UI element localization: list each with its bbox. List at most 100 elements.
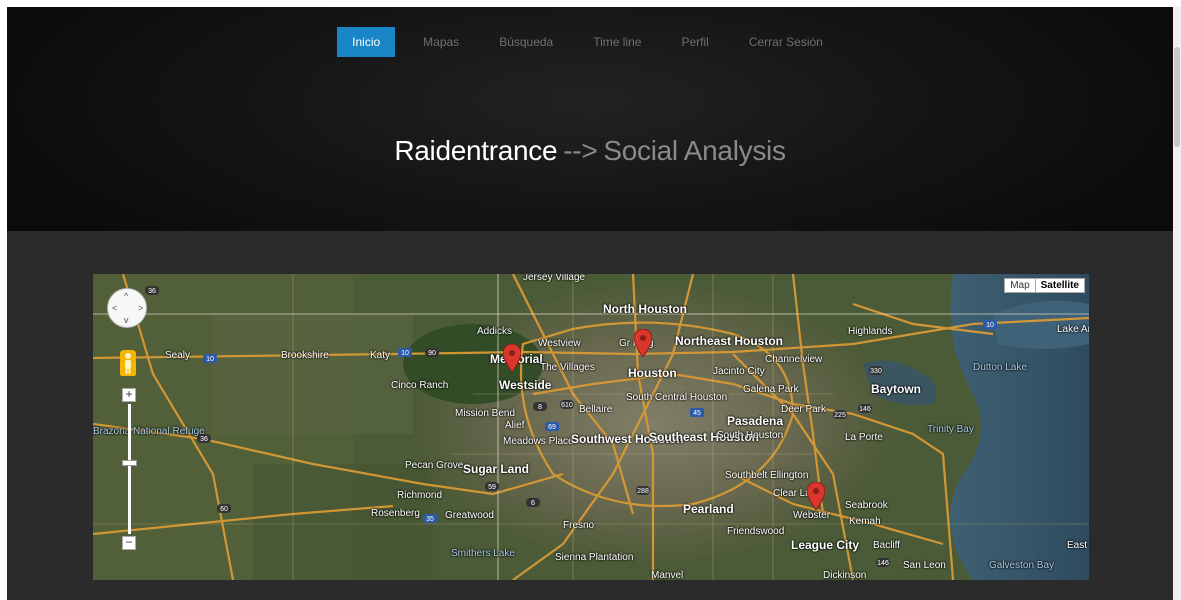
- map-label: East: [1067, 540, 1088, 551]
- map-label: Richmond: [397, 490, 443, 501]
- site-header: Inicio Mapas Búsqueda Time line Perfil C…: [7, 7, 1173, 231]
- map-label: Houston: [628, 366, 677, 380]
- highway-number: 10: [206, 356, 214, 363]
- map-label: Seabrook: [845, 500, 888, 511]
- nav-item-perfil[interactable]: Perfil: [661, 27, 728, 57]
- map-label: Southbelt Ellington: [725, 470, 809, 481]
- page-frame: Inicio Mapas Búsqueda Time line Perfil C…: [7, 7, 1173, 600]
- map-label: Dickinson: [823, 570, 867, 580]
- map-label: Bacliff: [873, 540, 901, 551]
- highway-number: 288: [637, 488, 649, 495]
- map-label: Brookshire: [281, 350, 329, 361]
- map-label: Mission Bend: [455, 408, 516, 419]
- nav-item-timeline[interactable]: Time line: [573, 27, 661, 57]
- map-type-satellite-button[interactable]: Satellite: [1034, 279, 1084, 292]
- satellite-map[interactable]: 36 10 10 90 69 8 610 45 225 146 330 59 6…: [93, 274, 1089, 580]
- map-label: Sienna Plantation: [555, 552, 634, 563]
- highway-shield: 10: [398, 348, 412, 357]
- map-label: Pasadena: [727, 414, 784, 428]
- map-label: Highlands: [848, 326, 893, 337]
- nav-item-cerrar-sesion[interactable]: Cerrar Sesión: [729, 27, 843, 57]
- map-label: The Villages: [540, 362, 595, 373]
- map-label: Lake Anahuac: [1057, 324, 1089, 335]
- map-label: Pearland: [683, 502, 734, 516]
- highway-number: 146: [859, 406, 871, 413]
- pan-down-icon[interactable]: v: [124, 316, 129, 325]
- highway-shield: 10: [983, 320, 997, 329]
- site-tagline: Social Analysis: [603, 135, 786, 166]
- pan-left-icon[interactable]: <: [112, 304, 117, 313]
- map-label: Bellaire: [579, 404, 613, 415]
- pan-right-icon[interactable]: >: [138, 304, 143, 313]
- map-label: Kemah: [849, 516, 881, 527]
- map-type-map-button[interactable]: Map: [1005, 279, 1035, 292]
- highway-number: 35: [426, 516, 434, 523]
- highway-number: 60: [220, 506, 228, 513]
- map-label: Greatwood: [445, 510, 494, 521]
- map-label: Pecan Grove: [405, 460, 464, 471]
- zoom-slider-handle[interactable]: [122, 460, 137, 466]
- highway-shield: 10: [203, 354, 217, 363]
- map-marker-icon[interactable]: [807, 482, 825, 510]
- pan-up-icon[interactable]: ^: [124, 292, 128, 301]
- map-label: Manvel: [651, 570, 684, 580]
- highway-shield: 146: [876, 558, 890, 567]
- map-label: Addicks: [477, 326, 513, 337]
- map-marker-icon[interactable]: [503, 344, 521, 372]
- highway-number: 36: [200, 436, 208, 443]
- map-label: Cinco Ranch: [391, 380, 449, 391]
- map-label: Alief: [505, 420, 525, 431]
- map-label: Katy: [370, 350, 391, 361]
- nav-item-busqueda[interactable]: Búsqueda: [479, 27, 573, 57]
- highway-number: 10: [401, 350, 409, 357]
- scrollbar-thumb[interactable]: [1174, 47, 1180, 147]
- map-label: Baytown: [871, 382, 922, 396]
- map-label: Channelview: [765, 354, 823, 365]
- title-separator: -->: [563, 135, 598, 166]
- highway-number: 36: [148, 288, 156, 295]
- highway-shield: 6: [526, 498, 540, 507]
- nav-item-mapas[interactable]: Mapas: [403, 27, 479, 57]
- highway-shield: 225: [833, 410, 847, 419]
- map-label: Sealy: [165, 350, 191, 361]
- map-label: Westside: [499, 378, 552, 392]
- highway-shield: 288: [636, 486, 650, 495]
- highway-number: 69: [548, 424, 556, 431]
- map-label: Jacinto City: [713, 366, 765, 377]
- map-label: Meadows Place: [503, 436, 574, 447]
- map-label: Westview: [538, 338, 581, 349]
- map-label: South Houston: [717, 430, 784, 441]
- site-title: Raidentrance --> Social Analysis: [7, 135, 1173, 167]
- highway-number: 330: [870, 368, 882, 375]
- pan-control-icon[interactable]: ^ v < >: [107, 288, 147, 328]
- map-label: Deer Park: [781, 404, 827, 415]
- highway-number: 90: [428, 350, 436, 357]
- map-label: Smithers Lake: [451, 548, 515, 559]
- highway-shield: 146: [858, 404, 872, 413]
- map-type-control: Map Satellite: [1004, 278, 1085, 293]
- main-nav: Inicio Mapas Búsqueda Time line Perfil C…: [7, 27, 1173, 57]
- map-marker-icon[interactable]: [634, 329, 652, 357]
- map-label: Trinity Bay: [927, 424, 974, 435]
- highway-shield: 610: [560, 400, 574, 409]
- highway-shield: 69: [545, 422, 559, 431]
- zoom-in-icon[interactable]: +: [122, 388, 136, 402]
- map-label: Rosenberg: [371, 508, 420, 519]
- highway-number: 610: [561, 402, 573, 409]
- map-label: Galena Park: [743, 384, 799, 395]
- map-label: North Houston: [603, 302, 687, 316]
- map-label: South Central Houston: [626, 392, 728, 403]
- map-label: Northeast Houston: [675, 334, 783, 348]
- highway-number: 45: [693, 410, 701, 417]
- zoom-out-icon[interactable]: −: [122, 536, 136, 550]
- zoom-slider-track[interactable]: [128, 404, 131, 534]
- highway-shield: 330: [869, 366, 883, 375]
- highway-number: 6: [531, 500, 535, 507]
- pegman-icon[interactable]: [120, 350, 136, 376]
- map-label: Sugar Land: [463, 462, 530, 476]
- nav-item-inicio[interactable]: Inicio: [337, 27, 396, 57]
- page-scrollbar[interactable]: [1173, 7, 1181, 600]
- highway-shield: 60: [217, 504, 231, 513]
- highway-number: 10: [986, 322, 994, 329]
- highway-number: 59: [488, 484, 496, 491]
